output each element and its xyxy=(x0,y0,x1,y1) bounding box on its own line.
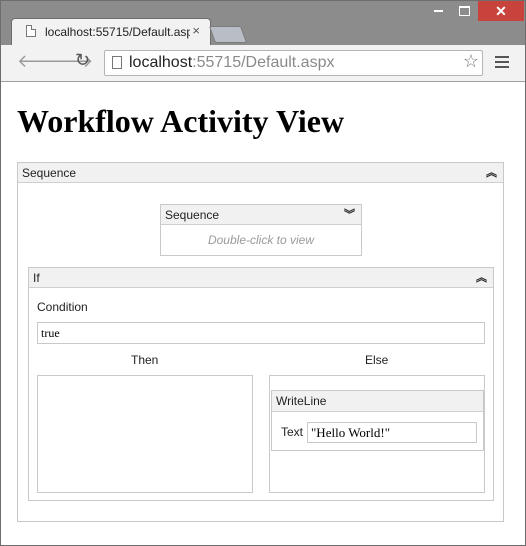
page-title: Workflow Activity View xyxy=(17,103,345,139)
sequence-label: Sequence xyxy=(22,166,77,180)
minimize-button[interactable] xyxy=(426,1,450,21)
maximize-button[interactable] xyxy=(452,1,476,21)
nested-sequence-header: Sequence ︾ xyxy=(161,205,361,225)
maximize-icon xyxy=(458,6,470,16)
close-window-button[interactable]: ✕ xyxy=(478,1,524,21)
browser-tab[interactable]: localhost:55715/Default.aspx × xyxy=(11,18,211,45)
nested-sequence-activity[interactable]: Sequence ︾ Double-click to view xyxy=(160,204,362,256)
writeline-label: WriteLine xyxy=(276,394,327,408)
expand-icon[interactable]: ︾ xyxy=(344,205,355,225)
star-icon[interactable]: ☆ xyxy=(463,51,479,72)
tab-title: localhost:55715/Default.aspx xyxy=(45,25,190,39)
sequence-header: Sequence ︽ xyxy=(18,163,503,183)
double-click-placeholder: Double-click to view xyxy=(207,233,315,247)
nested-sequence-label: Sequence xyxy=(165,208,220,222)
collapse-icon[interactable]: ︽ xyxy=(486,163,497,183)
then-drop-area[interactable] xyxy=(37,375,253,493)
address-bar[interactable]: localhost:55715/Default.aspx ☆ xyxy=(104,50,483,76)
if-label: If xyxy=(33,271,40,285)
text-input[interactable]: "Hello World!" xyxy=(307,422,477,443)
url-rest: :55715/Default.aspx xyxy=(192,54,335,71)
menu-icon[interactable] xyxy=(495,56,509,71)
browser-toolbar: 🡐 🡒 ↻ localhost:55715/Default.aspx ☆ xyxy=(1,45,525,82)
url-text[interactable]: localhost:55715/Default.aspx xyxy=(129,54,334,72)
title-bar: localhost:55715/Default.aspx × ✕ xyxy=(1,1,525,45)
then-label: Then xyxy=(131,353,159,367)
doc-icon xyxy=(26,25,36,37)
else-label: Else xyxy=(365,353,389,367)
text-label: Text xyxy=(281,425,304,439)
page-icon xyxy=(112,56,122,69)
tab-close-icon[interactable]: × xyxy=(192,23,200,38)
writeline-header: WriteLine xyxy=(272,391,483,412)
collapse-icon[interactable]: ︽ xyxy=(476,268,487,288)
browser-window: localhost:55715/Default.aspx × ✕ 🡐 🡒 ↻ l… xyxy=(0,0,526,546)
reload-icon[interactable]: ↻ xyxy=(75,50,90,71)
new-tab-button[interactable] xyxy=(208,26,248,43)
page-content: Workflow Activity View Sequence ︽ Sequen… xyxy=(1,82,525,545)
url-host: localhost xyxy=(129,54,193,71)
condition-input[interactable]: true xyxy=(37,322,485,344)
minimize-icon xyxy=(433,10,443,12)
if-header: If ︽ xyxy=(29,268,493,288)
condition-label: Condition xyxy=(37,300,88,314)
